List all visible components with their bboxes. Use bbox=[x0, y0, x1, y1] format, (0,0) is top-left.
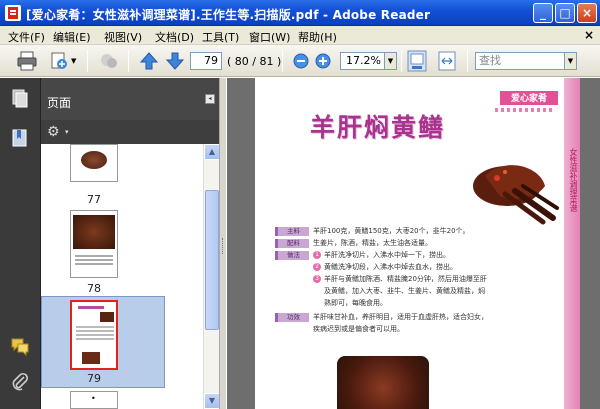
maximize-button[interactable]: □ bbox=[555, 3, 575, 23]
menu-window[interactable]: 窗口(W) bbox=[249, 29, 290, 45]
method-row: 熟即可，每晚食用。 bbox=[324, 299, 387, 307]
collapse-panel-button[interactable]: ◂ bbox=[205, 94, 215, 104]
ingredient-row: 配料 生姜片，陈酒，精盐，太生油各适量。 bbox=[275, 238, 432, 249]
thumbnail-marker: • bbox=[91, 394, 96, 403]
ingredient-row: 主料 羊肝100克，黄鳝150克，大枣20个，韭牛20个。 bbox=[275, 226, 470, 237]
search-input[interactable]: 查找 bbox=[475, 52, 565, 70]
panel-header: 页面 ◂ bbox=[41, 78, 219, 120]
menu-document[interactable]: 文档(D) bbox=[155, 29, 194, 45]
menu-view[interactable]: 视图(V) bbox=[104, 29, 142, 45]
adobe-reader-icon bbox=[5, 5, 21, 21]
print-icon[interactable] bbox=[16, 50, 38, 72]
effect-row: 功效 羊肝味甘补血，养肝明目，适用于血虚肝热，适合妇女， bbox=[275, 312, 488, 323]
toolbar-separator bbox=[282, 50, 283, 72]
close-button[interactable]: × bbox=[577, 3, 597, 23]
navigation-strip bbox=[0, 78, 41, 409]
comments-icon[interactable] bbox=[10, 336, 30, 356]
method-row: 及黄鳝，加入大枣、韭牛、生姜片、黄鳝及精盐，焖 bbox=[324, 287, 485, 295]
fit-page-icon[interactable] bbox=[406, 50, 428, 72]
scroll-down-icon[interactable]: ▼ bbox=[204, 393, 220, 409]
search-dropdown-icon[interactable]: ▼ bbox=[565, 52, 577, 70]
thumbnail-page-79[interactable] bbox=[70, 300, 118, 370]
splitter-grip bbox=[222, 238, 224, 254]
thumbnail-page-78[interactable] bbox=[70, 210, 118, 278]
effect-row: 疾病迟到或是偏食者可以用。 bbox=[313, 325, 404, 333]
zoom-dropdown-icon[interactable]: ▼ bbox=[385, 52, 397, 70]
side-category-text: 女性滋补调理菜谱 bbox=[569, 148, 578, 212]
page-count: ( 80 / 81 ) bbox=[227, 55, 282, 68]
document-view[interactable]: 爱心家肴 羊肝焖黄鳝 女性滋补调理菜谱 主料 羊肝100克，黄鳝150克，大枣20… bbox=[227, 78, 600, 409]
thumbnail-page-80[interactable]: • bbox=[70, 391, 118, 409]
previous-page-icon[interactable] bbox=[138, 50, 160, 72]
toolbar-separator bbox=[467, 50, 468, 72]
toolbar-separator bbox=[87, 50, 88, 72]
dish-photo bbox=[337, 356, 429, 409]
dish-illustration bbox=[473, 165, 559, 225]
menu-file[interactable]: 文件(F) bbox=[8, 29, 45, 45]
menu-bar: 文件(F) 编辑(E) 视图(V) 文档(D) 工具(T) 窗口(W) 帮助(H… bbox=[0, 26, 600, 45]
step-number: 3 bbox=[313, 275, 321, 283]
window-title: [爱心家肴：女性滋补调理菜谱].王作生等.扫描版.pdf - Adobe Rea… bbox=[26, 8, 431, 22]
thumbnail-label-78: 78 bbox=[87, 282, 101, 295]
panel-splitter[interactable] bbox=[219, 78, 227, 409]
fit-width-icon[interactable] bbox=[436, 50, 458, 72]
thumbnail-page-77[interactable] bbox=[70, 144, 118, 182]
menu-edit[interactable]: 编辑(E) bbox=[53, 29, 91, 45]
next-page-icon[interactable] bbox=[164, 50, 186, 72]
row-tag: 做法 bbox=[275, 250, 309, 260]
page-side-band bbox=[564, 78, 580, 409]
share-dropdown-icon[interactable]: ▼ bbox=[71, 57, 76, 65]
method-row: 做法 1 羊肝洗净切片，入沸水中焯一下，捞出。 bbox=[275, 250, 450, 261]
zoom-in-icon[interactable] bbox=[312, 50, 334, 72]
thumbnail-scrollbar[interactable]: ▲ ▼ bbox=[203, 144, 220, 409]
step-number: 2 bbox=[313, 263, 321, 271]
pages-panel: 页面 ◂ ⚙ ▾ 77 78 79 • ▲ ▼ bbox=[41, 78, 220, 409]
row-tag: 配料 bbox=[275, 238, 309, 248]
share-icon[interactable] bbox=[48, 50, 70, 72]
step-number: 1 bbox=[313, 251, 321, 259]
minimize-button[interactable]: _ bbox=[533, 3, 553, 23]
toolbar-separator bbox=[401, 50, 402, 72]
title-bar: [爱心家肴：女性滋补调理菜谱].王作生等.扫描版.pdf - Adobe Rea… bbox=[0, 0, 600, 26]
row-tag: 主料 bbox=[275, 226, 309, 236]
document-page: 爱心家肴 羊肝焖黄鳝 女性滋补调理菜谱 主料 羊肝100克，黄鳝150克，大枣20… bbox=[255, 78, 580, 409]
thumbnail-label-77: 77 bbox=[87, 193, 101, 206]
scrollbar-thumb[interactable] bbox=[205, 190, 219, 330]
zoom-level-select[interactable]: 17.2% bbox=[340, 52, 385, 70]
dish-title: 羊肝焖黄鳝 bbox=[310, 113, 446, 142]
method-row: 3 羊肝与黄鳝加陈酒、精盐腌20分钟，然后用油爆至肝 bbox=[313, 274, 487, 285]
gear-icon[interactable]: ⚙ bbox=[47, 124, 60, 140]
bookmarks-icon[interactable] bbox=[10, 128, 30, 148]
document-close-icon[interactable]: × bbox=[584, 28, 594, 42]
brand-label: 爱心家肴 bbox=[499, 90, 559, 106]
scroll-up-icon[interactable]: ▲ bbox=[204, 144, 220, 160]
attachments-icon[interactable] bbox=[10, 372, 30, 392]
decorative-dots bbox=[495, 108, 555, 112]
thumbnail-label-79: 79 bbox=[87, 372, 101, 385]
toolbar: ▼ 79 ( 80 / 81 ) 17.2% ▼ 查找 ▼ bbox=[0, 45, 600, 77]
pages-icon[interactable] bbox=[10, 88, 30, 108]
page-number-input[interactable]: 79 bbox=[190, 52, 222, 70]
options-dropdown-icon[interactable]: ▾ bbox=[65, 128, 69, 136]
toolbar-separator bbox=[128, 50, 129, 72]
method-row: 2 黄鳝洗净切段，入沸水中焯去血水，捞出。 bbox=[313, 262, 457, 273]
menu-tools[interactable]: 工具(T) bbox=[202, 29, 239, 45]
panel-title: 页面 bbox=[47, 96, 72, 110]
row-tag: 功效 bbox=[275, 312, 309, 322]
zoom-out-icon[interactable] bbox=[290, 50, 312, 72]
menu-help[interactable]: 帮助(H) bbox=[298, 29, 337, 45]
panel-options-bar: ⚙ ▾ bbox=[41, 120, 219, 144]
thumbnail-list[interactable]: 77 78 79 • bbox=[41, 144, 203, 409]
collaborate-icon[interactable] bbox=[98, 50, 120, 72]
